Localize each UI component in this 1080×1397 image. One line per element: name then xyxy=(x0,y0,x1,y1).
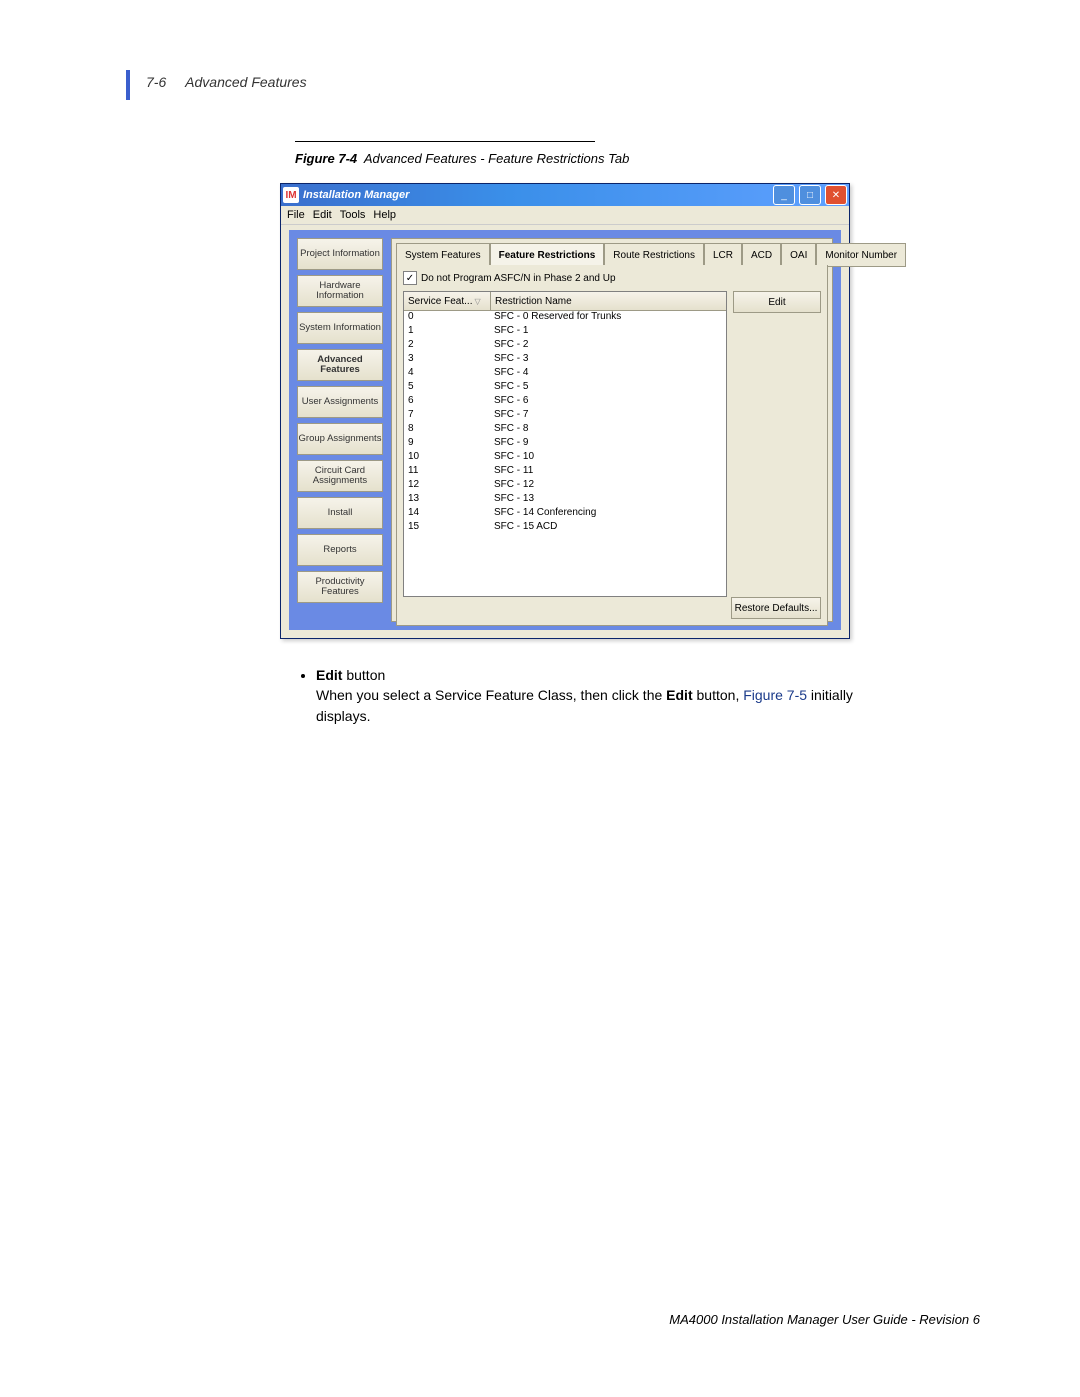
table-row[interactable]: 1SFC - 1 xyxy=(404,325,726,339)
table-header[interactable]: Service Feat...▽ Restriction Name xyxy=(404,292,726,311)
page-number: 7-6 xyxy=(146,74,166,90)
table-row[interactable]: 5SFC - 5 xyxy=(404,381,726,395)
content-panel: System FeaturesFeature RestrictionsRoute… xyxy=(391,238,833,622)
body-line1a: When you select a Service Feature Class,… xyxy=(316,687,666,703)
app-icon: IM xyxy=(283,187,299,203)
table-row[interactable]: 2SFC - 2 xyxy=(404,339,726,353)
tab-body: ✓ Do not Program ASFC/N in Phase 2 and U… xyxy=(396,265,828,626)
checkbox-label: Do not Program ASFC/N in Phase 2 and Up xyxy=(421,273,616,284)
figure-link[interactable]: Figure 7-5 xyxy=(743,687,807,703)
figure-caption: Figure 7-4 Advanced Features - Feature R… xyxy=(295,151,629,166)
body-edit-bold: Edit xyxy=(666,687,692,703)
sidebar-item[interactable]: Circuit Card Assignments xyxy=(297,460,383,492)
checkbox-icon[interactable]: ✓ xyxy=(403,271,417,285)
table-row[interactable]: 15SFC - 15 ACD xyxy=(404,521,726,535)
sort-desc-icon: ▽ xyxy=(474,297,480,306)
body-text: Edit button When you select a Service Fe… xyxy=(298,665,858,726)
window-titlebar[interactable]: IM Installation Manager _ □ ✕ xyxy=(281,184,849,206)
bullet-edit: Edit xyxy=(316,667,342,683)
menu-tools[interactable]: Tools xyxy=(340,209,366,221)
menu-bar: File Edit Tools Help xyxy=(281,206,849,225)
table-row[interactable]: 9SFC - 9 xyxy=(404,437,726,451)
sidebar-item[interactable]: User Assignments xyxy=(297,386,383,418)
nav-sidebar: Project Information Hardware Information S… xyxy=(297,238,383,608)
tab-row: System FeaturesFeature RestrictionsRoute… xyxy=(396,243,828,265)
page-footer: MA4000 Installation Manager User Guide -… xyxy=(669,1312,980,1327)
table-row[interactable]: 3SFC - 3 xyxy=(404,353,726,367)
tab[interactable]: System Features xyxy=(396,243,490,267)
bullet-suffix: button xyxy=(342,667,385,683)
window-title: Installation Manager xyxy=(303,189,769,201)
table-row[interactable]: 7SFC - 7 xyxy=(404,409,726,423)
figure-title: Advanced Features - Feature Restrictions… xyxy=(364,151,629,166)
sidebar-item[interactable]: Project Information xyxy=(297,238,383,270)
sidebar-item[interactable]: Advanced Features xyxy=(297,349,383,381)
close-icon[interactable]: ✕ xyxy=(825,185,847,205)
table-row[interactable]: 8SFC - 8 xyxy=(404,423,726,437)
tab[interactable]: ACD xyxy=(742,243,781,267)
sidebar-item[interactable]: Group Assignments xyxy=(297,423,383,455)
window-client-area: Project Information Hardware Information S… xyxy=(289,230,841,630)
menu-help[interactable]: Help xyxy=(373,209,396,221)
table-body[interactable]: 0SFC - 0 Reserved for Trunks1SFC - 12SFC… xyxy=(404,311,726,596)
table-row[interactable]: 12SFC - 12 xyxy=(404,479,726,493)
table-row[interactable]: 0SFC - 0 Reserved for Trunks xyxy=(404,311,726,325)
tab[interactable]: Monitor Number xyxy=(816,243,906,267)
table-row[interactable]: 6SFC - 6 xyxy=(404,395,726,409)
table-row[interactable]: 4SFC - 4 xyxy=(404,367,726,381)
col-restriction-name[interactable]: Restriction Name xyxy=(491,292,726,310)
table-row[interactable]: 11SFC - 11 xyxy=(404,465,726,479)
table-row[interactable]: 13SFC - 13 xyxy=(404,493,726,507)
col-service-feature[interactable]: Service Feat...▽ xyxy=(404,292,491,310)
maximize-icon[interactable]: □ xyxy=(799,185,821,205)
sidebar-item[interactable]: Hardware Information xyxy=(297,275,383,307)
sidebar-item[interactable]: System Information xyxy=(297,312,383,344)
restrictions-table[interactable]: Service Feat...▽ Restriction Name 0SFC -… xyxy=(403,291,727,597)
menu-file[interactable]: File xyxy=(287,209,305,221)
sidebar-item[interactable]: Install xyxy=(297,497,383,529)
tab[interactable]: Feature Restrictions xyxy=(490,243,605,267)
body-line1c: button, xyxy=(697,687,744,703)
sidebar-item[interactable]: Reports xyxy=(297,534,383,566)
app-window: IM Installation Manager _ □ ✕ File Edit … xyxy=(280,183,850,639)
checkbox-row[interactable]: ✓ Do not Program ASFC/N in Phase 2 and U… xyxy=(403,271,821,285)
section-title: Advanced Features xyxy=(185,74,306,90)
menu-edit[interactable]: Edit xyxy=(313,209,332,221)
page-header: 7-6 Advanced Features xyxy=(146,74,307,90)
table-row[interactable]: 14SFC - 14 Conferencing xyxy=(404,507,726,521)
figure-label: Figure 7-4 xyxy=(295,151,357,166)
tab[interactable]: OAI xyxy=(781,243,816,267)
restore-defaults-button[interactable]: Restore Defaults... xyxy=(731,597,821,619)
sidebar-item[interactable]: Productivity Features xyxy=(297,571,383,603)
header-accent-rule xyxy=(126,70,130,100)
table-row[interactable]: 10SFC - 10 xyxy=(404,451,726,465)
tab[interactable]: LCR xyxy=(704,243,742,267)
figure-rule xyxy=(295,141,595,142)
minimize-icon[interactable]: _ xyxy=(773,185,795,205)
edit-button[interactable]: Edit xyxy=(733,291,821,313)
tab[interactable]: Route Restrictions xyxy=(604,243,704,267)
